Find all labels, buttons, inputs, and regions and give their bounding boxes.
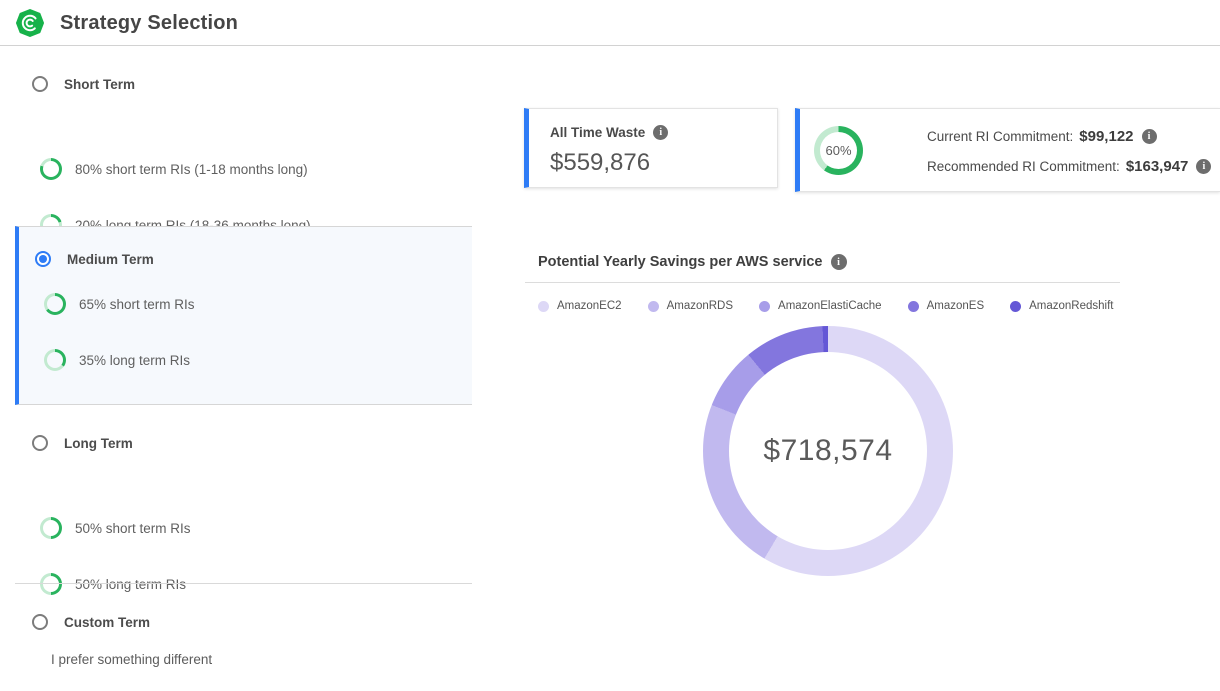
option-medium-term[interactable]: Medium Term bbox=[35, 251, 154, 267]
page-header: Strategy Selection bbox=[0, 0, 1220, 46]
savings-total: $718,574 bbox=[763, 434, 892, 468]
long-term-item-2-label: 50% long term RIs bbox=[75, 577, 186, 592]
savings-chart-legend: AmazonEC2 AmazonRDS AmazonElastiCache Am… bbox=[538, 300, 1114, 312]
legend-item-amazones[interactable]: AmazonES bbox=[908, 300, 985, 312]
current-ri-commitment-label: Current RI Commitment: bbox=[927, 129, 1073, 144]
legend-item-amazonredshift[interactable]: AmazonRedshift bbox=[1010, 300, 1113, 312]
recommended-ri-commitment-row: Recommended RI Commitment: $163,947 i bbox=[927, 158, 1211, 175]
progress-ring-50b bbox=[40, 573, 62, 595]
ri-commitment-card: 60% Current RI Commitment: $99,122 i Rec… bbox=[795, 108, 1220, 192]
legend-item-amazonrds[interactable]: AmazonRDS bbox=[648, 300, 733, 312]
all-time-waste-label: All Time Waste bbox=[550, 125, 645, 140]
progress-ring-65 bbox=[44, 293, 66, 315]
current-ri-commitment-row: Current RI Commitment: $99,122 i bbox=[927, 128, 1157, 145]
savings-donut-hole: $718,574 bbox=[729, 352, 927, 550]
legend-dot bbox=[538, 301, 549, 312]
strategy-selection-page: Strategy Selection Short Term 80% short … bbox=[0, 0, 1220, 691]
savings-chart-title: Potential Yearly Savings per AWS service bbox=[538, 254, 823, 270]
all-time-waste-value: $559,876 bbox=[550, 149, 650, 177]
section-divider bbox=[15, 583, 472, 584]
current-ri-commitment-value: $99,122 bbox=[1079, 128, 1133, 145]
radio-long-term[interactable] bbox=[32, 435, 48, 451]
info-icon[interactable]: i bbox=[831, 254, 847, 270]
legend-dot bbox=[908, 301, 919, 312]
savings-chart-header: Potential Yearly Savings per AWS service… bbox=[525, 250, 1120, 283]
option-custom-term[interactable]: Custom Term bbox=[32, 614, 150, 630]
legend-dot bbox=[648, 301, 659, 312]
strategy-options-panel: Short Term 80% short term RIs (1-18 mont… bbox=[15, 46, 472, 691]
info-icon[interactable]: i bbox=[653, 125, 668, 140]
progress-ring-80 bbox=[40, 158, 62, 180]
commitment-percent-label: 60% bbox=[820, 132, 857, 169]
progress-ring-35 bbox=[44, 349, 66, 371]
short-term-item-1-label: 80% short term RIs (1-18 months long) bbox=[75, 162, 308, 177]
all-time-waste-card: All Time Waste i $559,876 bbox=[524, 108, 778, 188]
recommended-ri-commitment-value: $163,947 bbox=[1126, 158, 1189, 175]
radio-custom-term[interactable] bbox=[32, 614, 48, 630]
commitment-progress-ring: 60% bbox=[814, 126, 863, 175]
legend-item-amazonec2[interactable]: AmazonEC2 bbox=[538, 300, 622, 312]
app-logo-icon bbox=[16, 9, 44, 37]
option-short-term[interactable]: Short Term bbox=[32, 76, 135, 92]
option-custom-term-label: Custom Term bbox=[64, 615, 150, 630]
long-term-item-1-label: 50% short term RIs bbox=[75, 521, 191, 536]
option-long-term[interactable]: Long Term bbox=[32, 435, 133, 451]
info-icon[interactable]: i bbox=[1196, 159, 1211, 174]
option-medium-term-label: Medium Term bbox=[67, 252, 154, 267]
long-term-item-2: 50% long term RIs bbox=[40, 573, 186, 595]
short-term-item-1: 80% short term RIs (1-18 months long) bbox=[40, 158, 308, 180]
page-title: Strategy Selection bbox=[60, 12, 238, 35]
option-long-term-label: Long Term bbox=[64, 436, 133, 451]
radio-short-term[interactable] bbox=[32, 76, 48, 92]
medium-term-item-2-label: 35% long term RIs bbox=[79, 353, 190, 368]
long-term-item-1: 50% short term RIs bbox=[40, 517, 191, 539]
option-medium-term-box[interactable]: Medium Term 65% short term RIs 35% long … bbox=[15, 226, 472, 405]
custom-term-description: I prefer something different bbox=[51, 652, 212, 667]
medium-term-item-2: 35% long term RIs bbox=[44, 349, 190, 371]
option-short-term-label: Short Term bbox=[64, 77, 135, 92]
recommended-ri-commitment-label: Recommended RI Commitment: bbox=[927, 159, 1120, 174]
legend-dot bbox=[1010, 301, 1021, 312]
legend-dot bbox=[759, 301, 770, 312]
medium-term-item-1: 65% short term RIs bbox=[44, 293, 195, 315]
progress-ring-50a bbox=[40, 517, 62, 539]
legend-item-amazonelasticache[interactable]: AmazonElastiCache bbox=[759, 300, 882, 312]
medium-term-item-1-label: 65% short term RIs bbox=[79, 297, 195, 312]
radio-medium-term[interactable] bbox=[35, 251, 51, 267]
info-icon[interactable]: i bbox=[1142, 129, 1157, 144]
savings-donut-ring: $718,574 bbox=[703, 326, 953, 576]
